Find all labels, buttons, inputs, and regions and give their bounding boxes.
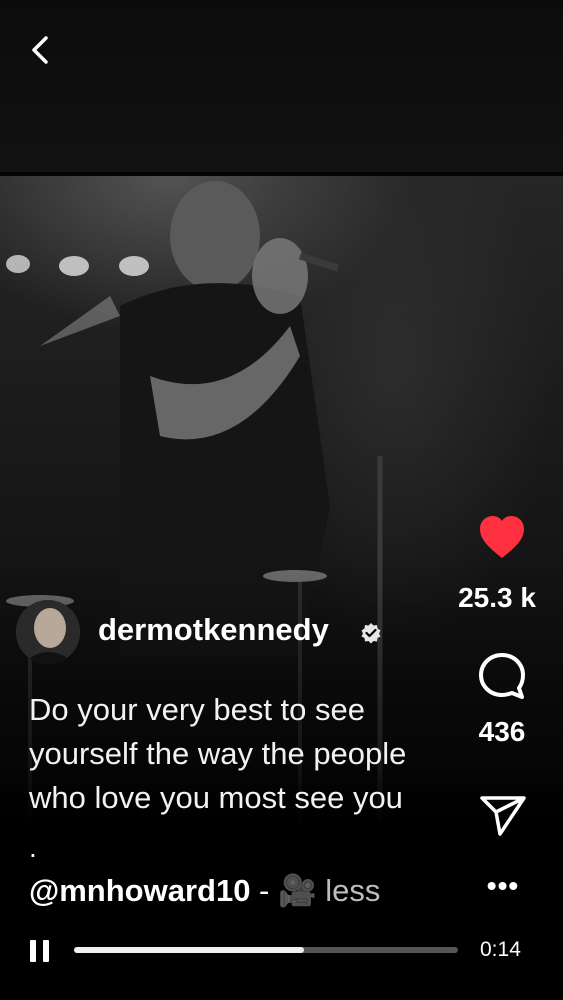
like-button[interactable] <box>478 514 526 562</box>
pause-icon <box>30 940 49 962</box>
chevron-left-icon <box>32 36 48 64</box>
less-toggle[interactable]: less <box>325 873 380 908</box>
pause-button[interactable] <box>28 938 52 964</box>
comment-bubble-icon <box>479 653 525 699</box>
caption-dot: . <box>29 832 37 863</box>
paper-plane-icon <box>480 796 526 836</box>
more-options-button[interactable]: ••• <box>486 872 520 902</box>
progress-fill <box>74 947 305 953</box>
caption-mention-line: @mnhoward10 - 🎥 less <box>29 872 380 909</box>
avatar-image <box>16 600 80 664</box>
mention-link[interactable]: @mnhoward10 <box>29 873 250 908</box>
post-caption: Do your very best to see yourself the wa… <box>29 692 407 815</box>
top-bar <box>0 0 563 176</box>
elapsed-time: 0:14 <box>480 938 521 961</box>
author-username[interactable]: dermotkennedy <box>98 612 329 648</box>
progress-bar[interactable] <box>74 947 458 953</box>
comment-button[interactable] <box>476 650 528 702</box>
back-button[interactable] <box>22 28 62 72</box>
heart-icon <box>480 516 524 558</box>
verified-badge-icon <box>361 623 381 644</box>
avatar[interactable] <box>16 600 80 664</box>
share-button[interactable] <box>478 792 528 838</box>
like-count: 25.3 k <box>458 582 536 613</box>
comment-count: 436 <box>478 716 526 747</box>
mention-suffix: - 🎥 <box>250 873 326 908</box>
